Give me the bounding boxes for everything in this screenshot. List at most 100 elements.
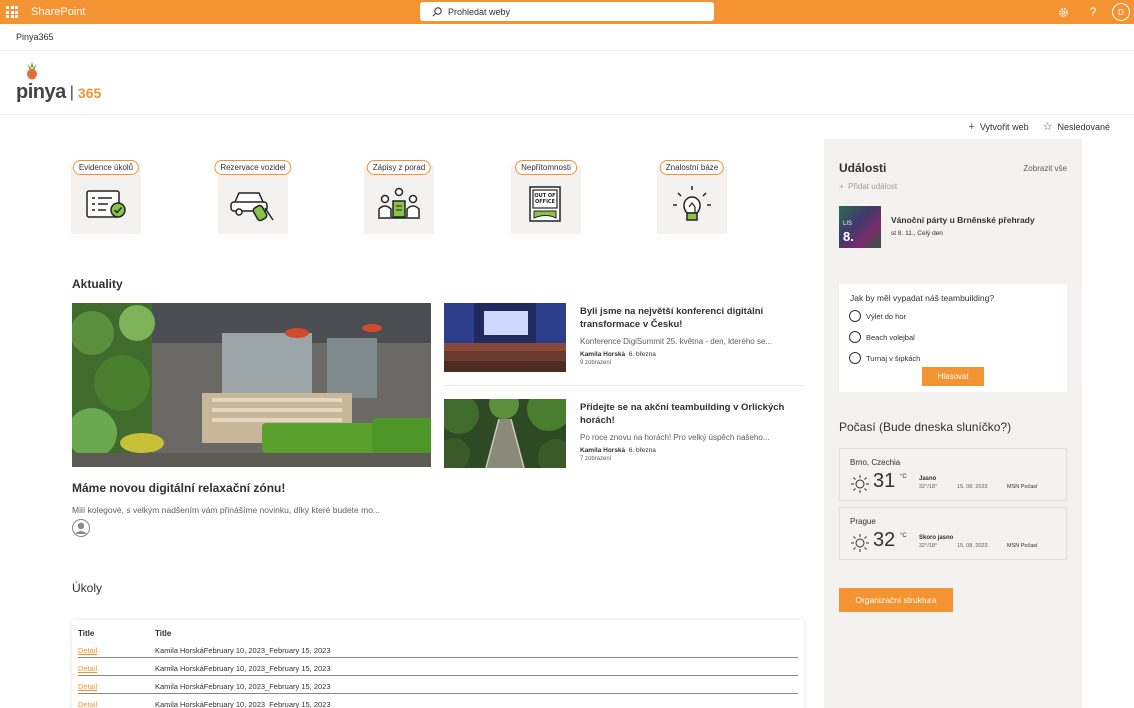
weather-condition: Jasno <box>919 476 937 482</box>
weather-unit: °C <box>900 474 907 480</box>
radio-button[interactable] <box>849 331 861 343</box>
search-icon <box>432 6 442 17</box>
weather-temperature: 31 <box>873 470 896 492</box>
car-keys-icon <box>230 192 274 222</box>
weather-city: Brno, Czechia <box>850 458 901 467</box>
right-column: Události Zobrazit vše + Přidat událost L… <box>824 139 1082 708</box>
weather-card[interactable]: Prague 32 °C Skoro jasno 32°/18° 15. 08.… <box>839 507 1067 560</box>
site-breadcrumb-bar: Pinya365 <box>0 24 1134 51</box>
weather-date: 15. 08. 2023 <box>957 543 988 549</box>
forest-bridge-photo <box>444 399 566 468</box>
quicklink-label: Nepřítomnosti <box>515 160 577 175</box>
task-value: Kamila HorskáFebruary 10, 2023_February … <box>155 682 331 691</box>
task-value: Kamila HorskáFebruary 10, 2023_February … <box>155 664 331 673</box>
table-row: Detail Kamila HorskáFebruary 10, 2023_Fe… <box>78 676 798 694</box>
sun-icon <box>851 534 869 552</box>
user-avatar[interactable]: D <box>1112 3 1130 21</box>
weather-title: Počasí (Bude dneska sluníčko?) <box>839 420 1012 434</box>
news-section-title: Aktuality <box>72 277 123 291</box>
search-placeholder: Prohledat weby <box>448 6 511 17</box>
detail-link[interactable]: Detail <box>78 646 97 655</box>
logo-separator: | <box>69 84 74 101</box>
sun-icon <box>851 475 869 493</box>
relax-zone-photo <box>72 303 431 467</box>
weather-range: 32°/18° <box>919 543 938 549</box>
task-value: Kamila HorskáFebruary 10, 2023_February … <box>155 646 331 655</box>
news-item-date: 6. března <box>628 447 656 454</box>
event-name: Vánoční párty u Brněnské přehrady <box>891 215 1035 225</box>
column-header: Title <box>78 629 95 638</box>
follow-button[interactable]: ☆ Nesledované <box>1043 120 1110 133</box>
news-item-description: Konference DigiSummit 25. května - den, … <box>580 337 773 346</box>
suite-bar: SharePoint Prohledat weby ? D <box>0 0 1134 24</box>
weather-temperature: 32 <box>873 529 896 551</box>
news-item-description: Po roce znovu na horách! Pro velký úspěc… <box>580 433 770 442</box>
radio-button[interactable] <box>849 310 861 322</box>
add-event-button[interactable]: + Přidat událost <box>839 182 897 191</box>
person-icon <box>72 519 90 537</box>
command-bar: + Vytvořit web ☆ Nesledované <box>0 114 1134 138</box>
vote-button[interactable]: Hlasovat <box>922 367 984 386</box>
detail-link[interactable]: Detail <box>78 700 97 708</box>
news-item-views: 7 zobrazení <box>580 456 612 462</box>
pineapple-logo-icon <box>27 62 37 80</box>
search-box[interactable]: Prohledat weby <box>420 2 714 21</box>
event-date-tile: LIS 8. <box>839 206 881 248</box>
site-breadcrumb[interactable]: Pinya365 <box>16 32 54 42</box>
lightbulb-icon <box>673 186 711 221</box>
weather-range: 32°/18° <box>919 484 938 490</box>
settings-button[interactable] <box>1048 0 1078 24</box>
hero-news-image[interactable] <box>72 303 431 467</box>
quicklink-label: Evidence úkolů <box>72 160 140 175</box>
detail-link[interactable]: Detail <box>78 664 97 673</box>
plus-icon: + <box>968 120 975 133</box>
poll-option[interactable]: Turnaj v šipkách <box>849 352 920 364</box>
tasks-table: Title Title Detail Kamila HorskáFebruary… <box>72 620 804 708</box>
site-logo[interactable]: pinya | 365 <box>16 62 101 102</box>
help-button[interactable]: ? <box>1078 0 1108 24</box>
weather-card[interactable]: Brno, Czechia 31 °C Jasno 32°/18° 15. 08… <box>839 448 1067 501</box>
event-day: 8. <box>843 229 854 244</box>
org-structure-button[interactable]: Organizační struktura <box>839 588 953 612</box>
waffle-icon <box>6 6 18 18</box>
weather-source: MSN Počasí <box>1007 484 1038 490</box>
plus-icon: + <box>839 182 849 191</box>
add-event-label: Přidat událost <box>848 182 898 191</box>
news-divider <box>444 385 804 386</box>
detail-link[interactable]: Detail <box>78 682 97 691</box>
poll-option[interactable]: Výlet do hor <box>849 310 906 322</box>
news-thumbnail <box>444 303 566 372</box>
create-site-button[interactable]: + Vytvořit web <box>968 121 1028 133</box>
weather-date: 15. 08. 2023 <box>957 484 988 490</box>
gear-icon <box>1058 7 1068 17</box>
quicklink-tile <box>218 166 288 234</box>
poll-option-label: Výlet do hor <box>866 311 907 321</box>
quicklink-label: Znalostní báze <box>659 160 725 175</box>
out-of-office-icon: OUT OF OFFICE <box>529 186 561 222</box>
hero-news-title[interactable]: Máme novou digitální relaxační zónu! <box>72 481 285 495</box>
event-item[interactable]: LIS 8. Vánoční párty u Brněnské přehrady… <box>839 206 1069 248</box>
table-row: Detail Kamila HorskáFebruary 10, 2023_Fe… <box>78 658 798 676</box>
weather-city: Prague <box>850 517 876 526</box>
weather-unit: °C <box>900 533 907 539</box>
events-see-all-link[interactable]: Zobrazit vše <box>1023 164 1067 173</box>
radio-button[interactable] <box>849 352 861 364</box>
create-site-label: Vytvořit web <box>979 121 1029 132</box>
author-avatar <box>72 519 90 540</box>
star-icon: ☆ <box>1042 121 1053 133</box>
weather-condition: Skoro jasno <box>919 535 954 541</box>
table-row: Detail Kamila HorskáFebruary 10, 2023_Fe… <box>78 694 798 708</box>
quicklink-tile <box>657 166 727 234</box>
app-launcher-button[interactable] <box>0 0 24 24</box>
news-thumbnail <box>444 399 566 468</box>
tasks-section-title: Úkoly <box>72 581 103 595</box>
events-title: Události <box>839 161 887 175</box>
poll-card: Jak by měl vypadat náš teambuilding? Výl… <box>839 284 1067 392</box>
poll-option[interactable]: Beach volejbal <box>849 331 915 343</box>
app-name[interactable]: SharePoint <box>31 6 85 18</box>
poll-question: Jak by měl vypadat náš teambuilding? <box>850 293 995 303</box>
news-item-meta: Kamila Horská 6. března <box>580 447 656 454</box>
logo-suffix: 365 <box>77 85 102 101</box>
sign-text-line2: OFFICE <box>535 199 556 205</box>
task-value: Kamila HorskáFebruary 10, 2023_February … <box>155 700 331 708</box>
